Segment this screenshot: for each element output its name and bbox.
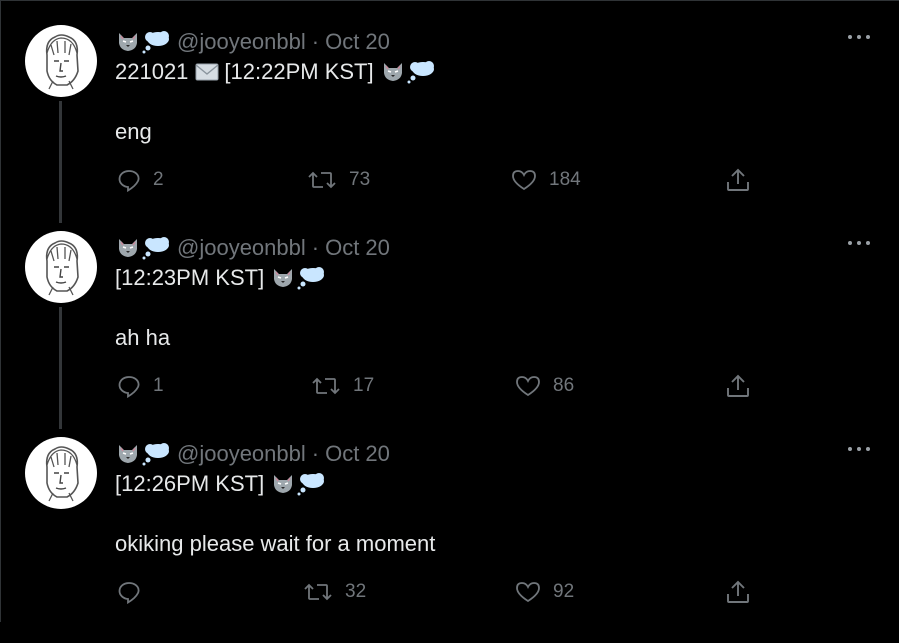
tweet-body: ah ha xyxy=(115,325,171,350)
like-button[interactable]: 92 xyxy=(515,578,574,606)
tweet-date[interactable]: Oct 20 xyxy=(325,441,390,467)
reply-count: 1 xyxy=(153,375,164,396)
wolf-emoji-icon xyxy=(115,442,141,466)
tweet-date-code: 221021 xyxy=(115,59,189,84)
retweet-button[interactable]: 32 xyxy=(303,578,366,606)
reply-icon xyxy=(117,168,141,192)
like-count: 92 xyxy=(553,581,575,602)
tweet-actions: 2 73 184 xyxy=(1,166,899,194)
thought-balloon-emoji-icon xyxy=(296,266,326,290)
tweet-date[interactable]: Oct 20 xyxy=(325,235,390,261)
tweet-date[interactable]: Oct 20 xyxy=(325,29,390,55)
user-handle[interactable]: @jooyeonbbl xyxy=(177,235,306,261)
thought-balloon-emoji-icon xyxy=(296,472,326,496)
tweet-header: @jooyeonbbl · Oct 20 xyxy=(115,439,390,469)
user-handle[interactable]: @jooyeonbbl xyxy=(177,29,306,55)
reply-button[interactable] xyxy=(117,578,153,606)
avatar[interactable] xyxy=(25,25,97,97)
tweet[interactable]: @jooyeonbbl · Oct 20 [12:23PM KST] ah ha… xyxy=(1,231,899,437)
display-name[interactable] xyxy=(115,30,171,54)
separator-dot: · xyxy=(311,235,320,260)
wolf-emoji-icon xyxy=(380,60,406,84)
avatar[interactable] xyxy=(25,231,97,303)
tweet-actions: 1 17 86 xyxy=(1,372,899,400)
reply-icon xyxy=(117,374,141,398)
tweet-text-line: 221021 [12:22PM KST] xyxy=(115,56,436,88)
share-button[interactable] xyxy=(725,372,751,400)
tweet-time: [12:22PM KST] xyxy=(224,59,374,84)
tweet[interactable]: @jooyeonbbl · Oct 20 [12:26PM KST] okiki… xyxy=(1,437,899,643)
like-button[interactable]: 184 xyxy=(511,166,581,194)
share-button[interactable] xyxy=(725,578,751,606)
wolf-emoji-icon xyxy=(115,30,141,54)
heart-icon xyxy=(515,374,541,398)
tweet-time: [12:23PM KST] xyxy=(115,265,265,290)
share-icon xyxy=(725,167,751,193)
tweet-actions: 32 92 xyxy=(1,578,899,606)
retweet-button[interactable]: 17 xyxy=(311,372,374,400)
retweet-count: 73 xyxy=(349,169,371,190)
thought-balloon-emoji-icon xyxy=(141,30,171,54)
more-icon[interactable] xyxy=(848,35,870,41)
thread-line xyxy=(59,101,62,223)
more-icon[interactable] xyxy=(848,241,870,247)
heart-icon xyxy=(515,580,541,604)
like-count: 184 xyxy=(549,169,581,190)
retweet-count: 17 xyxy=(353,375,375,396)
retweet-icon xyxy=(307,168,337,192)
share-button[interactable] xyxy=(725,166,751,194)
tweet[interactable]: @jooyeonbbl · Oct 20 221021 [12:22PM KST… xyxy=(1,25,899,231)
reply-count: 2 xyxy=(153,169,164,190)
reply-icon xyxy=(117,580,141,604)
retweet-count: 32 xyxy=(345,581,367,602)
retweet-icon xyxy=(303,580,333,604)
separator-dot: · xyxy=(311,29,320,54)
tweet-body: eng xyxy=(115,119,152,144)
thought-balloon-emoji-icon xyxy=(141,236,171,260)
more-icon[interactable] xyxy=(848,447,870,453)
tweet-body: okiking please wait for a moment xyxy=(115,531,436,556)
reply-button[interactable]: 1 xyxy=(117,372,164,400)
retweet-icon xyxy=(311,374,341,398)
envelope-emoji-icon xyxy=(194,61,220,83)
tweet-text-line: [12:23PM KST] xyxy=(115,262,326,294)
wolf-emoji-icon xyxy=(270,472,296,496)
thought-balloon-emoji-icon xyxy=(406,60,436,84)
thought-balloon-emoji-icon xyxy=(141,442,171,466)
wolf-emoji-icon xyxy=(115,236,141,260)
tweet-header: @jooyeonbbl · Oct 20 xyxy=(115,27,390,57)
tweet-header: @jooyeonbbl · Oct 20 xyxy=(115,233,390,263)
separator-dot: · xyxy=(311,441,320,466)
like-button[interactable]: 86 xyxy=(515,372,574,400)
timeline: @jooyeonbbl · Oct 20 221021 [12:22PM KST… xyxy=(0,0,899,622)
reply-button[interactable]: 2 xyxy=(117,166,164,194)
share-icon xyxy=(725,373,751,399)
wolf-emoji-icon xyxy=(270,266,296,290)
user-handle[interactable]: @jooyeonbbl xyxy=(177,441,306,467)
thread-line xyxy=(59,307,62,429)
tweet-time: [12:26PM KST] xyxy=(115,471,265,496)
heart-icon xyxy=(511,168,537,192)
display-name[interactable] xyxy=(115,236,171,260)
like-count: 86 xyxy=(553,375,575,396)
avatar[interactable] xyxy=(25,437,97,509)
display-name[interactable] xyxy=(115,442,171,466)
tweet-text-line: [12:26PM KST] xyxy=(115,468,326,500)
retweet-button[interactable]: 73 xyxy=(307,166,370,194)
share-icon xyxy=(725,579,751,605)
